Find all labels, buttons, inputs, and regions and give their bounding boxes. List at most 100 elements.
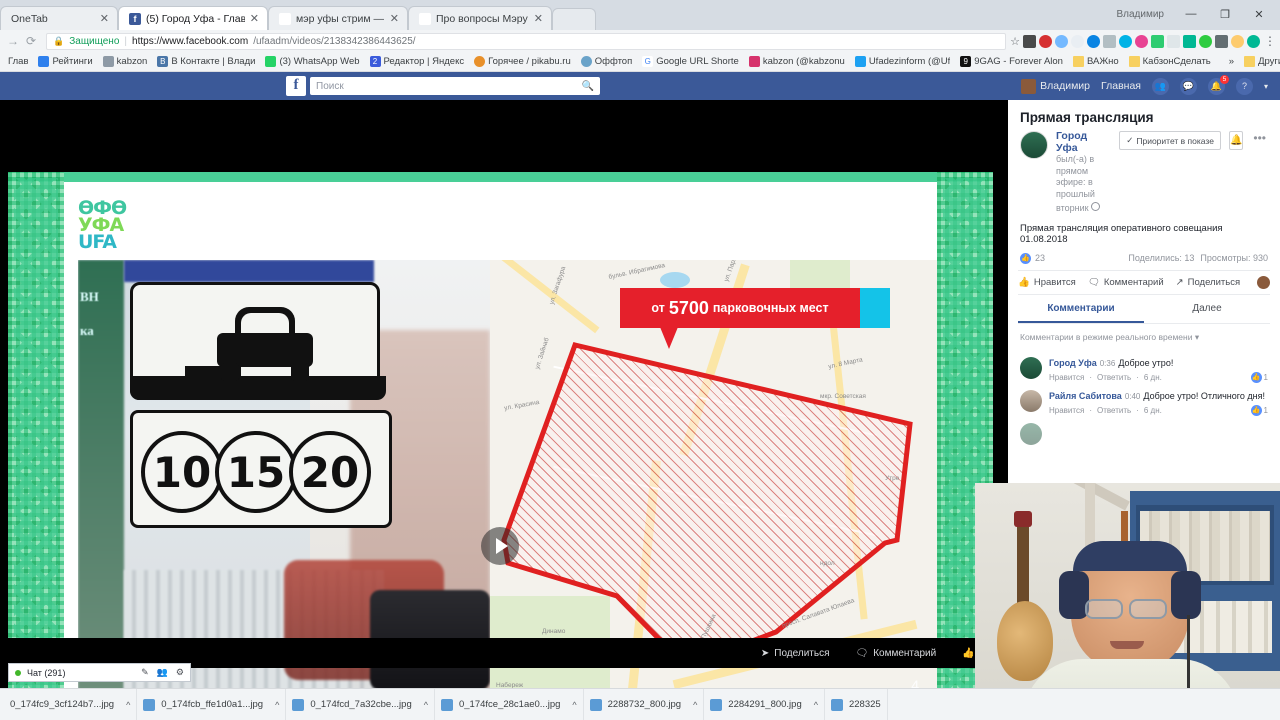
tab-comments[interactable]: Комментарии xyxy=(1018,295,1144,323)
extension-icon-y[interactable] xyxy=(1071,34,1084,48)
bookmark-item[interactable]: 2 Редактор | Яндекс xyxy=(365,56,470,67)
browser-tab-2[interactable]: Я мэр уфы стрим — Янде ✕ xyxy=(268,6,408,30)
tab-more[interactable]: Далее xyxy=(1144,295,1270,323)
settings-gear-icon[interactable]: ⚙ xyxy=(176,667,184,678)
minimize-icon[interactable]: — xyxy=(1174,2,1208,26)
extension-icon-adblock[interactable] xyxy=(1039,34,1052,48)
facebook-logo-icon[interactable]: f xyxy=(286,76,306,96)
play-button-overlay[interactable] xyxy=(481,527,519,565)
bookmarks-overflow-button[interactable]: » xyxy=(1224,56,1239,67)
comment-like[interactable]: Нравится xyxy=(1049,372,1084,384)
chevron-up-icon[interactable]: ^ xyxy=(418,700,428,710)
chevron-up-icon[interactable]: ^ xyxy=(269,700,279,710)
extension-icon-teal[interactable] xyxy=(1119,34,1132,48)
bookmark-item[interactable]: Оффтоп xyxy=(576,56,638,67)
chat-popup[interactable]: Чат (291) ✎ 👥 ⚙ xyxy=(8,663,191,682)
bookmark-item[interactable]: Рейтинги xyxy=(33,56,97,67)
chrome-menu-icon[interactable]: ⋮ xyxy=(1264,34,1276,48)
close-icon[interactable]: ✕ xyxy=(100,12,109,25)
bookmark-item[interactable]: ВВ Контакте | Влади xyxy=(152,56,260,67)
window-profile-label[interactable]: Владимир xyxy=(1116,9,1164,20)
dots-icon[interactable]: ••• xyxy=(1251,131,1268,215)
video-player[interactable]: ӨФӨ УФА UFA ВН ка 10 15 20 от 5700 парко… xyxy=(8,172,993,717)
comment-reply[interactable]: Ответить xyxy=(1097,405,1131,417)
notifications-icon[interactable]: 🔔 5 xyxy=(1207,74,1229,95)
bookmark-folder[interactable]: КабзонСделать xyxy=(1124,56,1216,67)
comment-author[interactable]: Райля Сабитова xyxy=(1049,391,1122,401)
bookmark-item[interactable]: 9 9GAG - Forever Alon xyxy=(955,56,1068,67)
extension-icon-cloud[interactable] xyxy=(1055,34,1068,48)
close-icon[interactable]: ✕ xyxy=(534,12,543,25)
comment-reply[interactable]: Ответить xyxy=(1097,372,1131,384)
reload-icon[interactable]: ⟳ xyxy=(22,32,40,50)
close-icon[interactable]: ✕ xyxy=(250,12,259,25)
download-item[interactable]: 228325 xyxy=(825,688,888,720)
page-avatar[interactable] xyxy=(1020,131,1048,159)
extension-icon-blue[interactable] xyxy=(1087,34,1100,48)
extension-icon-1[interactable] xyxy=(1023,34,1036,48)
avatar[interactable] xyxy=(1020,389,1042,412)
share-action[interactable]: ↗ Поделиться xyxy=(1176,277,1240,288)
bookmark-item[interactable]: Горячее / pikabu.ru xyxy=(469,56,576,67)
comment-button[interactable]: 🗨 Комментарий xyxy=(856,648,937,659)
chevron-up-icon[interactable]: ^ xyxy=(566,700,576,710)
download-item[interactable]: 2284291_800.jpg ^ xyxy=(704,688,825,720)
extension-icon-red[interactable] xyxy=(1151,34,1164,48)
chevron-down-icon[interactable]: ▾ xyxy=(1264,82,1268,91)
download-item[interactable]: 0_174fcb_ffe1d0a1...jpg ^ xyxy=(137,688,287,720)
avatar[interactable] xyxy=(1020,356,1042,379)
download-item[interactable]: 0_174fcd_7a32cbe...jpg ^ xyxy=(286,688,435,720)
bookmark-item[interactable]: Ufadezinform (@Uf xyxy=(850,56,955,67)
messenger-icon[interactable]: 💬 xyxy=(1179,77,1197,95)
extension-icon-green[interactable] xyxy=(1183,34,1196,48)
extension-icon-shield[interactable] xyxy=(1215,34,1228,48)
group-icon[interactable]: 👥 xyxy=(157,667,168,678)
browser-tab-3[interactable]: ♙ Про вопросы Мэру Уф ✕ xyxy=(408,6,552,30)
download-item[interactable]: 0_174fc9_3cf124b7...jpg ^ xyxy=(4,688,138,720)
extension-icon-drive[interactable] xyxy=(1247,34,1260,48)
bookmark-item[interactable]: Глав xyxy=(3,56,33,67)
extension-icon-grid[interactable] xyxy=(1103,34,1116,48)
download-item[interactable]: 2288732_800.jpg ^ xyxy=(584,688,705,720)
extension-icon-mail[interactable] xyxy=(1167,34,1180,48)
address-bar[interactable]: 🔒 Защищено | https://www.facebook.com/uf… xyxy=(46,32,1007,50)
bookmark-item[interactable]: kabzon xyxy=(98,56,153,67)
close-icon[interactable]: ✕ xyxy=(390,12,399,25)
comment-author[interactable]: Город Уфа xyxy=(1049,358,1097,368)
bookmark-item[interactable]: kabzon (@kabzonu xyxy=(744,56,850,67)
close-window-icon[interactable]: ✕ xyxy=(1242,2,1276,26)
bookmark-item[interactable]: G Google URL Shorte xyxy=(637,56,744,67)
maximize-icon[interactable]: ❐ xyxy=(1208,2,1242,26)
bookmark-folder[interactable]: ВАЖно xyxy=(1068,56,1124,67)
other-bookmarks-folder[interactable]: Другие закладки xyxy=(1239,56,1280,67)
extension-icon-link[interactable] xyxy=(1135,34,1148,48)
page-name[interactable]: Город Уфа xyxy=(1056,130,1111,154)
chevron-up-icon[interactable]: ^ xyxy=(120,700,130,710)
help-icon[interactable]: ? xyxy=(1235,77,1253,95)
bookmark-item[interactable]: (3) WhatsApp Web xyxy=(260,56,364,67)
profile-link[interactable]: Владимир xyxy=(1021,78,1090,94)
friends-icon[interactable]: 👥 xyxy=(1151,77,1169,95)
home-link[interactable]: Главная xyxy=(1101,80,1141,92)
reactions-count[interactable]: 23 xyxy=(1035,253,1045,263)
search-input[interactable]: Поиск 🔍 xyxy=(310,77,600,95)
priority-button[interactable]: ✓ Приоритет в показе xyxy=(1119,131,1221,150)
browser-tab-1[interactable]: f (5) Город Уфа - Главная ✕ xyxy=(118,6,268,30)
like-action[interactable]: 👍 Нравится xyxy=(1018,277,1076,288)
chevron-up-icon[interactable]: ^ xyxy=(808,700,818,710)
extension-icon-circle-green[interactable] xyxy=(1199,34,1212,48)
search-icon[interactable]: 🔍 xyxy=(582,81,594,92)
comment-action[interactable]: 🗨 Комментарий xyxy=(1088,277,1164,288)
share-button[interactable]: ➤ Поделиться xyxy=(761,648,830,659)
extension-icon-s[interactable] xyxy=(1231,34,1244,48)
bell-icon[interactable]: 🔔 xyxy=(1228,131,1244,150)
comments-filter[interactable]: Комментарии в режиме реального времени ▾ xyxy=(1008,324,1280,351)
new-tab-button[interactable] xyxy=(552,8,596,30)
chevron-up-icon[interactable]: ^ xyxy=(687,700,697,710)
download-item[interactable]: 0_174fce_28c1ae0...jpg ^ xyxy=(435,688,584,720)
bookmark-star-icon[interactable]: ☆ xyxy=(1010,35,1020,48)
browser-tab-0[interactable]: OneTab ✕ xyxy=(0,6,118,30)
forward-icon[interactable]: → xyxy=(4,32,22,50)
comment-like[interactable]: Нравится xyxy=(1049,405,1084,417)
avatar[interactable] xyxy=(1020,422,1042,445)
